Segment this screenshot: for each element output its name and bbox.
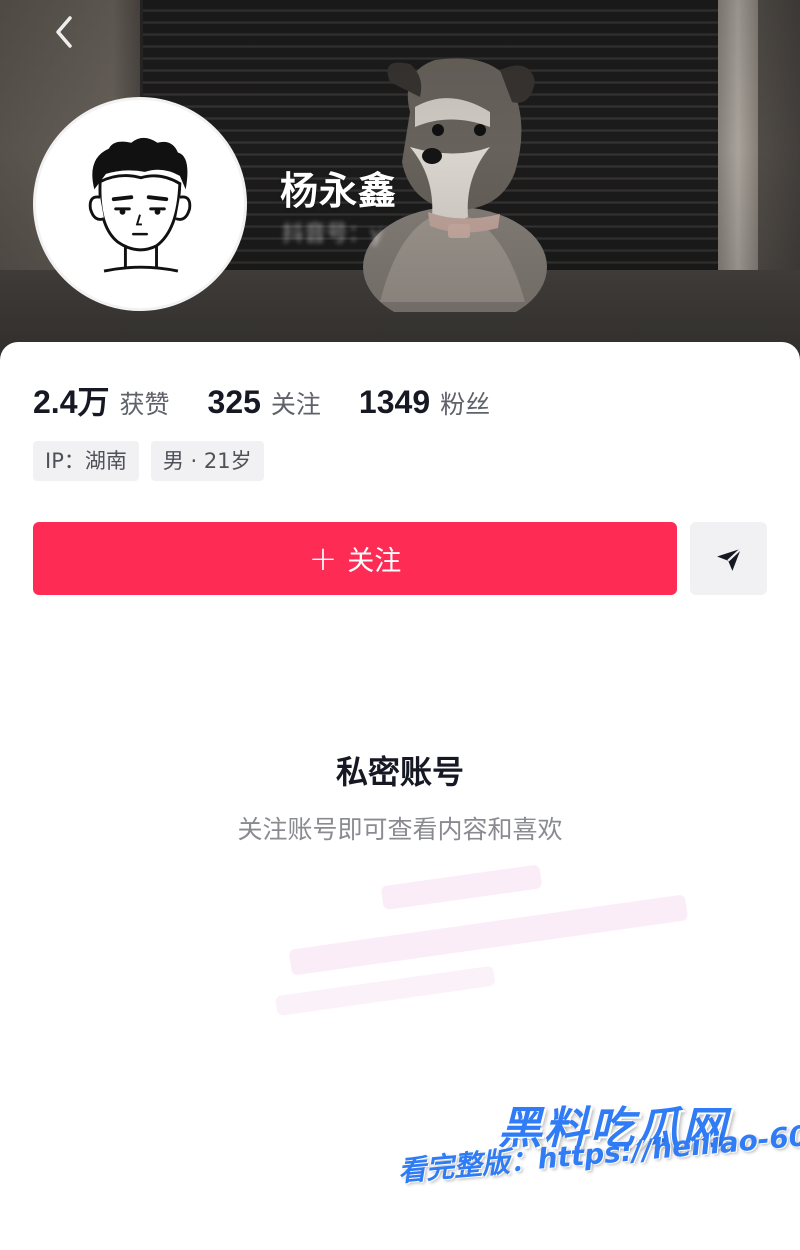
stat-followers[interactable]: 1349 粉丝 (359, 384, 490, 421)
private-account-title: 私密账号 (335, 753, 464, 791)
faint-pink-watermark (275, 865, 688, 1016)
profile-user-id: 抖音号：y (282, 222, 384, 247)
follow-button[interactable]: + 关注 (33, 522, 677, 595)
stat-followers-label: 粉丝 (440, 390, 491, 419)
stat-followers-value: 1349 (358, 384, 431, 420)
tag-gender-age: 男 · 21岁 (150, 441, 264, 481)
stat-likes-label: 获赞 (119, 390, 170, 419)
stat-following[interactable]: 325 关注 (208, 384, 321, 421)
message-button[interactable] (690, 522, 767, 595)
profile-nickname: 杨永鑫 (280, 169, 398, 213)
stat-following-label: 关注 (270, 390, 321, 419)
cartoon-avatar-icon (88, 137, 192, 273)
stat-likes[interactable]: 2.4万 获赞 (33, 377, 170, 423)
plus-icon: + (308, 538, 338, 579)
profile-stats: 2.4万 获赞 325 关注 1349 粉丝 (33, 377, 528, 421)
stat-following-value: 325 (207, 384, 261, 420)
back-arrow-icon[interactable] (44, 12, 84, 52)
tag-ip-location: IP：湖南 (33, 441, 139, 481)
stat-likes-value: 2.4万 (33, 384, 110, 420)
profile-cover: 杨永鑫 抖音号：y (0, 0, 800, 372)
send-icon (716, 547, 742, 571)
follow-button-label: 关注 (347, 546, 402, 577)
avatar[interactable] (33, 97, 247, 311)
profile-tags: IP：湖南 男 · 21岁 (33, 441, 276, 481)
